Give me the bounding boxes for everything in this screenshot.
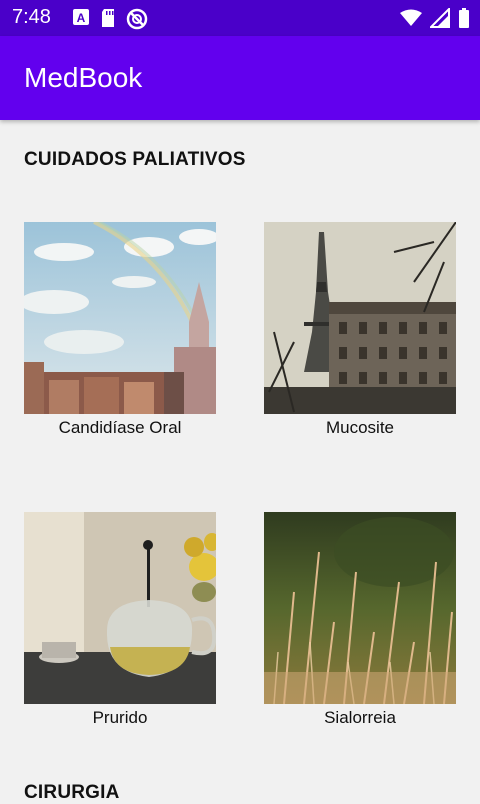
image-thumbnail[interactable]	[264, 222, 456, 414]
image-thumbnail[interactable]	[24, 512, 216, 704]
wifi-icon	[400, 9, 422, 32]
card-mucosite[interactable]: Mucosite	[264, 222, 456, 438]
card-label: Mucosite	[325, 418, 395, 437]
card-label: Sialorreia	[324, 708, 396, 727]
signal-icon	[428, 6, 450, 33]
image-thumbnail[interactable]	[264, 512, 456, 704]
app-bar: MedBook	[0, 36, 480, 120]
status-time: 7:48	[12, 6, 51, 28]
card-prurido[interactable]: Prurido	[24, 512, 216, 728]
a-box-icon: A	[72, 8, 90, 35]
status-bar: 7:48 A	[0, 0, 480, 36]
section-title-cirurgia: CIRURGIA	[24, 782, 120, 803]
battery-icon	[458, 8, 470, 33]
image-thumbnail[interactable]	[24, 222, 216, 414]
app-title: MedBook	[24, 62, 143, 93]
sd-card-icon	[100, 8, 116, 35]
card-sialorreia[interactable]: Sialorreia	[264, 512, 456, 728]
svg-text:A: A	[77, 11, 86, 25]
card-label: Candidíase Oral	[58, 418, 182, 437]
card-label: Prurido	[92, 708, 148, 727]
section-title-cuidados-paliativos: CUIDADOS PALIATIVOS	[24, 149, 246, 170]
no-data-icon	[126, 8, 148, 35]
card-candidiase-oral[interactable]: Candidíase Oral	[24, 222, 216, 438]
